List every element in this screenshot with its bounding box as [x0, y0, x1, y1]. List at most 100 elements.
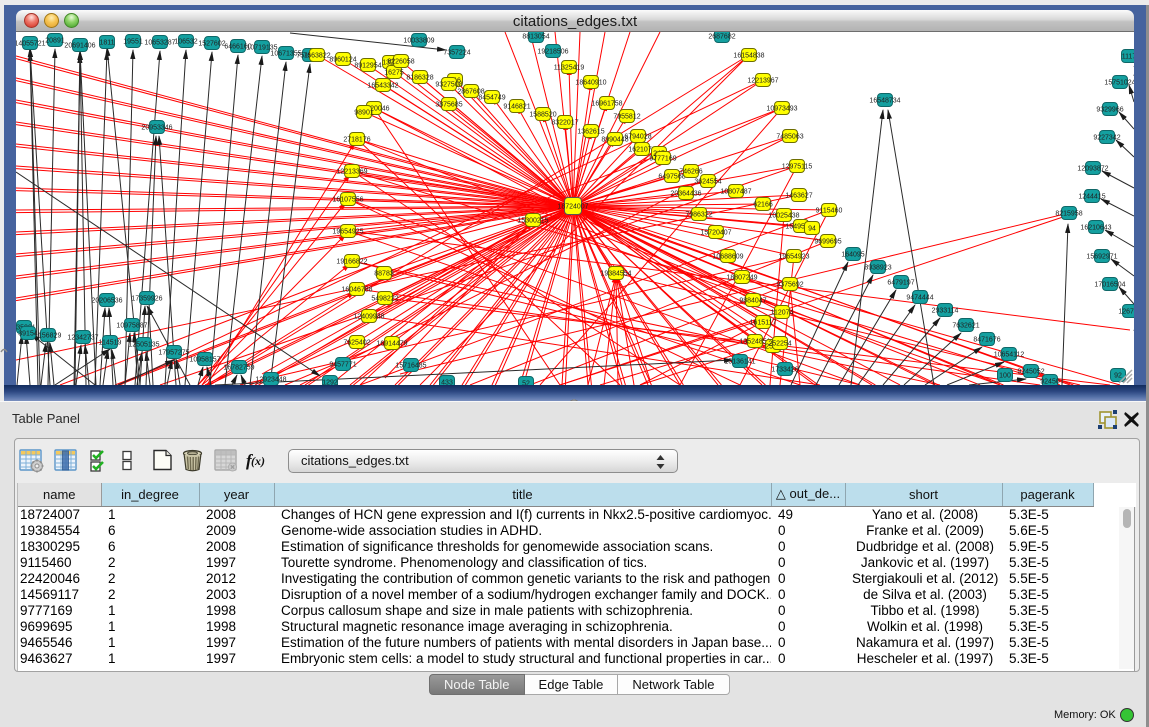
- svg-text:17016504: 17016504: [1094, 282, 1125, 289]
- svg-text:9245052: 9245052: [1017, 369, 1044, 376]
- svg-text:8471676: 8471676: [973, 337, 1000, 344]
- svg-text:7485063: 7485063: [776, 134, 803, 141]
- svg-text:3875685: 3875685: [435, 102, 462, 109]
- svg-text:12342737: 12342737: [67, 335, 98, 342]
- svg-text:7986322: 7986322: [685, 212, 712, 219]
- svg-text:12409948: 12409948: [353, 314, 384, 321]
- svg-text:114519: 114519: [99, 340, 122, 347]
- svg-text:12505135: 12505135: [128, 342, 159, 349]
- svg-text:1463627: 1463627: [785, 193, 812, 200]
- svg-text:94: 94: [808, 226, 816, 233]
- svg-text:10033809: 10033809: [403, 38, 434, 45]
- svg-text:92: 92: [1114, 373, 1122, 380]
- svg-text:18807249: 18807249: [726, 275, 757, 282]
- svg-text:7625402: 7625402: [343, 340, 370, 347]
- svg-text:8322017: 8322017: [551, 120, 578, 127]
- svg-text:8938923: 8938923: [864, 265, 891, 272]
- svg-text:1615117: 1615117: [750, 320, 777, 327]
- svg-text:19166822: 19166822: [336, 259, 367, 266]
- svg-text:746266: 746266: [679, 169, 702, 176]
- svg-text:10975887: 10975887: [116, 323, 147, 330]
- svg-text:16154838: 16154838: [733, 53, 764, 60]
- svg-text:7357224: 7357224: [443, 50, 470, 57]
- svg-text:(x): (x): [251, 454, 265, 468]
- svg-text:1156829: 1156829: [35, 333, 62, 340]
- svg-text:8454749: 8454749: [478, 95, 505, 102]
- svg-text:9457771: 9457771: [329, 362, 356, 369]
- svg-text:126753: 126753: [1118, 309, 1134, 316]
- svg-text:15300215: 15300215: [517, 218, 548, 225]
- svg-text:10688609: 10688609: [712, 254, 743, 261]
- svg-text:19218506: 19218506: [537, 49, 568, 56]
- svg-text:10025438: 10025438: [768, 213, 799, 220]
- svg-text:1527602: 1527602: [198, 41, 225, 48]
- svg-text:20891: 20891: [45, 38, 65, 45]
- svg-text:16548734: 16548734: [869, 98, 900, 105]
- svg-text:8215958: 8215958: [1055, 211, 1082, 218]
- svg-text:19654925: 19654925: [332, 229, 363, 236]
- svg-text:112074: 112074: [771, 310, 794, 317]
- svg-text:17359926: 17359926: [131, 296, 162, 303]
- svg-text:8186328: 8186328: [406, 75, 433, 82]
- svg-text:252254: 252254: [768, 341, 791, 348]
- svg-text:1733426: 1733426: [771, 367, 798, 374]
- svg-text:20206536: 20206536: [91, 298, 122, 305]
- svg-text:12213967: 12213967: [747, 78, 778, 85]
- svg-text:1117: 1117: [1122, 54, 1134, 61]
- svg-text:9375692: 9375692: [776, 282, 803, 289]
- svg-text:5498222: 5498222: [371, 296, 398, 303]
- svg-text:98901: 98901: [354, 110, 374, 117]
- svg-text:16046788: 16046788: [341, 287, 372, 294]
- svg-text:1362615: 1362615: [577, 129, 604, 136]
- svg-text:6479197: 6479197: [887, 280, 914, 287]
- svg-text:10958157: 10958157: [189, 357, 220, 364]
- svg-text:100: 100: [999, 373, 1011, 380]
- svg-text:164095: 164095: [841, 252, 864, 259]
- svg-text:15136141: 15136141: [724, 359, 755, 366]
- svg-text:19384554: 19384554: [600, 271, 631, 278]
- svg-text:16914479: 16914479: [376, 341, 407, 348]
- svg-text:19654923: 19654923: [778, 254, 809, 261]
- svg-text:20953346: 20953346: [141, 125, 172, 132]
- svg-text:12923448: 12923448: [255, 377, 286, 384]
- svg-text:7955812: 7955812: [613, 114, 640, 121]
- svg-text:3624554: 3624554: [694, 179, 721, 186]
- svg-text:9474444: 9474444: [906, 295, 933, 302]
- svg-text:8813054: 8813054: [522, 34, 549, 41]
- svg-text:12093872: 12093872: [1077, 166, 1108, 173]
- svg-text:9884047: 9884047: [739, 298, 766, 305]
- svg-text:62166: 62166: [753, 202, 773, 209]
- svg-text:8960124: 8960124: [329, 57, 356, 64]
- svg-text:6794028: 6794028: [624, 134, 651, 141]
- svg-text:88783: 88783: [374, 271, 394, 278]
- svg-text:9115460: 9115460: [816, 208, 843, 215]
- svg-text:1244415: 1244415: [1078, 194, 1105, 201]
- svg-text:16210643: 16210643: [1080, 225, 1111, 232]
- svg-text:7632621: 7632621: [952, 323, 979, 330]
- svg-text:17957275: 17957275: [158, 350, 189, 357]
- svg-text:2933114: 2933114: [932, 308, 959, 315]
- svg-text:1811: 1811: [99, 40, 114, 47]
- svg-text:16782759: 16782759: [223, 365, 254, 372]
- svg-text:9777169: 9777169: [649, 156, 676, 163]
- svg-text:10653287: 10653287: [144, 40, 175, 47]
- svg-text:9329966: 9329966: [1096, 107, 1123, 114]
- svg-text:19551: 19551: [123, 39, 143, 46]
- svg-text:7663822: 7663822: [303, 53, 330, 60]
- svg-text:2718176: 2718176: [343, 137, 370, 144]
- svg-text:8226058: 8226058: [387, 59, 414, 66]
- svg-text:106532: 106532: [174, 39, 197, 46]
- svg-text:16275: 16275: [384, 70, 404, 77]
- svg-text:10807487: 10807487: [720, 189, 751, 196]
- svg-text:1588520: 1588520: [529, 112, 556, 119]
- svg-text:16107556: 16107556: [332, 197, 363, 204]
- svg-text:14055721: 14055721: [16, 41, 46, 48]
- svg-text:16543342: 16543342: [367, 83, 398, 90]
- svg-text:9699695: 9699695: [814, 239, 841, 246]
- svg-text:10973493: 10973493: [766, 106, 797, 113]
- svg-text:16961758: 16961758: [591, 101, 622, 108]
- svg-text:9327508: 9327508: [435, 82, 462, 89]
- svg-text:20691406: 20691406: [64, 43, 95, 50]
- svg-text:11325419: 11325419: [554, 65, 585, 72]
- svg-text:8912954: 8912954: [354, 63, 381, 70]
